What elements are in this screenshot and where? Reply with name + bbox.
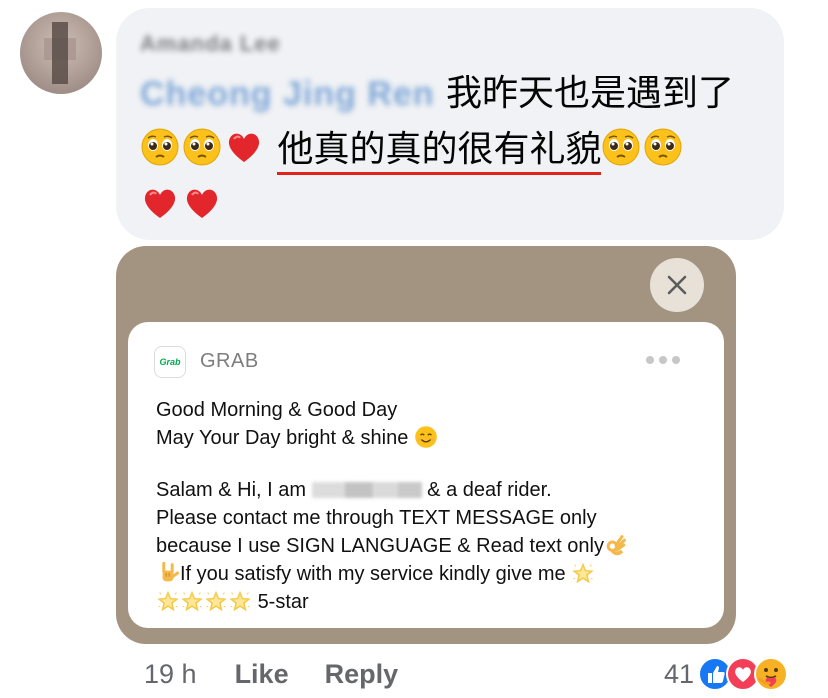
red-heart-emoji-icon — [140, 183, 180, 223]
notification-app-name: GRAB — [200, 350, 259, 372]
comment-line-2: 他真的真的很有礼貌 — [140, 122, 770, 178]
message-line: Please contact me through TEXT MESSAGE o… — [156, 507, 597, 529]
glowing-star-emoji-icon — [156, 589, 180, 613]
pleading-face-emoji-icon — [601, 127, 641, 167]
close-icon — [667, 275, 687, 295]
comment-author-name[interactable]: Amanda Lee — [140, 32, 281, 56]
love-you-gesture-emoji-icon — [156, 561, 180, 585]
message-line: If you satisfy with my service kindly gi… — [156, 560, 708, 588]
close-attachment-button[interactable] — [650, 258, 704, 312]
reaction-count: 41 — [664, 658, 695, 689]
grab-logo: Grab — [154, 346, 186, 378]
notification-card: Grab GRAB Good Morning & Good Day May Yo… — [128, 322, 724, 628]
glowing-star-emoji-icon — [204, 589, 228, 613]
comment-line-1: Cheong Jing Ren 我昨天也是遇到了 — [140, 66, 770, 122]
attachment-image[interactable]: Grab GRAB Good Morning & Good Day May Yo… — [116, 246, 736, 644]
red-heart-emoji-icon — [224, 127, 264, 167]
notification-message: Good Morning & Good Day May Your Day bri… — [156, 396, 708, 616]
glowing-star-emoji-icon — [571, 561, 595, 585]
comment-actions: 19 h Like Reply — [144, 654, 434, 694]
glowing-star-emoji-icon — [228, 589, 252, 613]
care-reaction-icon — [754, 657, 789, 691]
mention-tag[interactable]: Cheong Jing Ren — [140, 75, 435, 113]
red-heart-emoji-icon — [182, 183, 222, 223]
comment-bubble: Amanda Lee Cheong Jing Ren 我昨天也是遇到了 他真的真… — [116, 8, 784, 240]
more-options-icon[interactable] — [646, 348, 694, 372]
ok-hand-emoji-icon — [604, 533, 628, 557]
message-line: Salam & Hi, I am & a deaf rider. — [156, 479, 552, 501]
smiling-face-emoji-icon — [414, 425, 438, 449]
message-line: 5-star — [156, 588, 708, 616]
message-line: Good Morning & Good Day — [156, 399, 398, 421]
underlined-comment-text: 他真的真的很有礼貌 — [277, 129, 602, 175]
like-button[interactable]: Like — [235, 659, 289, 690]
pleading-face-emoji-icon — [140, 127, 180, 167]
reply-button[interactable]: Reply — [325, 659, 399, 690]
comment-text: Cheong Jing Ren 我昨天也是遇到了 他真的真的很有礼貌 — [140, 66, 770, 234]
redacted-name — [311, 482, 422, 498]
comment-timestamp[interactable]: 19 h — [144, 659, 197, 690]
message-line: May Your Day bright & shine — [156, 424, 708, 452]
reaction-summary[interactable]: 41 — [664, 654, 789, 694]
comment-line-3 — [140, 178, 770, 234]
avatar-figure — [52, 22, 68, 84]
comment-text-part-1: 我昨天也是遇到了 — [434, 73, 735, 114]
message-line: because I use SIGN LANGUAGE & Read text … — [156, 532, 708, 560]
commenter-avatar[interactable] — [20, 12, 102, 94]
pleading-face-emoji-icon — [182, 127, 222, 167]
pleading-face-emoji-icon — [643, 127, 683, 167]
glowing-star-emoji-icon — [180, 589, 204, 613]
